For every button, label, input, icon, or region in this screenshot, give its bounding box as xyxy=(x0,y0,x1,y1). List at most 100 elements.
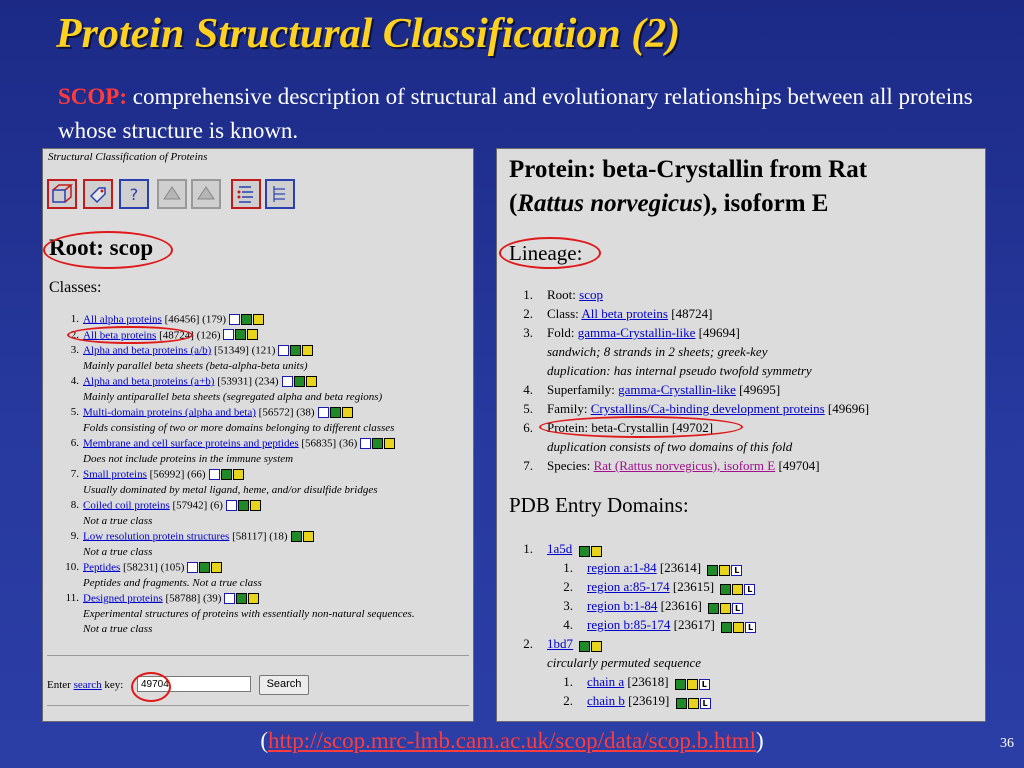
class-meta: [58231] (105) xyxy=(123,561,185,574)
region-link[interactable]: region a:1-84 xyxy=(587,560,657,575)
view-icons[interactable]: L xyxy=(675,693,711,712)
view-icons[interactable] xyxy=(187,560,223,576)
pdb-entry: 2. 1bd7 xyxy=(511,634,981,653)
fold-description: duplication: has internal pseudo twofold… xyxy=(547,363,812,378)
view-icons[interactable]: L xyxy=(707,560,743,579)
lineage-link[interactable]: All beta proteins xyxy=(581,306,668,321)
class-description: Not a true class xyxy=(83,545,153,558)
class-link[interactable]: Alpha and beta proteins (a/b) xyxy=(83,344,211,356)
view-icons[interactable]: L xyxy=(674,674,710,693)
species-link[interactable]: Rat (Rattus norvegicus), isoform E xyxy=(594,458,776,473)
class-row: 9. Low resolution protein structures [581… xyxy=(51,529,471,545)
scop-header-title: Structural Classification of Proteins xyxy=(48,151,208,163)
classes-heading: Classes: xyxy=(49,279,102,296)
class-row: 10. Peptides [58231] (105) xyxy=(51,560,471,576)
l-badge-icon: L xyxy=(731,565,743,577)
region-link[interactable]: region b:85-174 xyxy=(587,617,670,632)
lineage-row: 1. Root: scop xyxy=(523,287,603,302)
search-link[interactable]: search xyxy=(74,679,102,691)
lineage-row: 4. Superfamily: gamma-Crystallin-like [49… xyxy=(523,382,781,397)
chain-link[interactable]: chain a xyxy=(587,674,624,689)
source-url-link[interactable]: http://scop.mrc-lmb.cam.ac.uk/scop/data/… xyxy=(268,728,756,753)
view-icons[interactable]: L xyxy=(720,579,756,598)
class-link[interactable]: Small proteins xyxy=(83,468,147,480)
footer-source: (http://scop.mrc-lmb.cam.ac.uk/scop/data… xyxy=(260,728,764,753)
view-icons[interactable] xyxy=(278,343,314,359)
view-icons[interactable]: L xyxy=(721,617,757,636)
view-icons[interactable] xyxy=(224,591,260,607)
view-icons[interactable]: L xyxy=(708,598,744,617)
page-number: 36 xyxy=(1000,736,1014,751)
class-link[interactable]: Low resolution protein structures xyxy=(83,530,229,542)
protein-detail-screenshot: Protein: beta-Crystallin from Rat (Rattu… xyxy=(496,148,986,722)
pdb-note: circularly permuted sequence xyxy=(547,655,702,670)
view-icons[interactable] xyxy=(290,529,315,545)
class-description: Experimental structures of proteins with… xyxy=(83,607,415,620)
class-row: 2. All beta proteins [48724] (126) xyxy=(51,328,471,344)
class-link[interactable]: All beta proteins xyxy=(83,329,156,341)
class-row: 8. Coiled coil proteins [57942] (6) xyxy=(51,498,471,514)
pdb-region: 3. region b:1-84 [23616] L xyxy=(511,596,981,615)
view-icons[interactable] xyxy=(208,467,245,483)
up-arrow-icon[interactable] xyxy=(191,179,221,209)
lineage-link[interactable]: Crystallins/Ca-binding development prote… xyxy=(591,401,825,416)
lineage-link[interactable]: gamma-Crystallin-like xyxy=(578,325,696,340)
view-icons[interactable] xyxy=(579,636,603,655)
class-link[interactable]: Membrane and cell surface proteins and p… xyxy=(83,437,299,449)
lineage-row: 5. Family: Crystallins/Ca-binding develop… xyxy=(523,401,870,416)
class-link[interactable]: Designed proteins xyxy=(83,592,163,604)
class-number: 1. xyxy=(70,313,79,326)
class-number: 6. xyxy=(70,437,79,450)
view-icons[interactable] xyxy=(578,541,603,560)
class-meta: [53931] (234) xyxy=(217,375,279,388)
class-meta: [56835] (36) xyxy=(301,437,358,450)
region-link[interactable]: region a:85-174 xyxy=(587,579,670,594)
l-badge-icon: L xyxy=(745,622,757,634)
list-icon[interactable] xyxy=(231,179,261,209)
tree-icon[interactable] xyxy=(265,179,295,209)
scop-keyword: SCOP: xyxy=(58,84,127,109)
pdb-heading: PDB Entry Domains: xyxy=(509,493,689,517)
pdb-region: 1. chain a [23618] L xyxy=(511,672,981,691)
search-input[interactable] xyxy=(137,676,251,692)
pdb-entry-link[interactable]: 1a5d xyxy=(547,541,572,556)
view-icons[interactable] xyxy=(360,436,396,452)
class-row: 4. Alpha and beta proteins (a+b) [53931] … xyxy=(51,374,471,390)
l-badge-icon: L xyxy=(698,679,710,691)
class-description: Not a true class xyxy=(83,623,153,635)
up-arrow-icon[interactable] xyxy=(157,179,187,209)
lineage-link[interactable]: gamma-Crystallin-like xyxy=(618,382,736,397)
lineage-row: 2. Class: All beta proteins [48724] xyxy=(523,306,713,321)
pdb-region: 1. region a:1-84 [23614] L xyxy=(511,558,981,577)
class-row: 5. Multi-domain proteins (alpha and beta)… xyxy=(51,405,471,421)
class-meta: [46456] (179) xyxy=(164,313,226,326)
slide-subtitle: SCOP: comprehensive description of struc… xyxy=(58,80,978,148)
pdb-region: 4. region b:85-174 [23617] L xyxy=(511,615,981,634)
view-icons[interactable] xyxy=(281,374,318,390)
view-icons[interactable] xyxy=(228,312,265,328)
class-meta: [56572] (38) xyxy=(258,406,315,419)
view-icons[interactable] xyxy=(223,328,259,344)
class-link[interactable]: Multi-domain proteins (alpha and beta) xyxy=(83,406,256,418)
chain-link[interactable]: chain b xyxy=(587,693,625,708)
class-number: 4. xyxy=(70,375,79,388)
protein-title-rest: ), isoform E xyxy=(702,190,829,217)
region-link[interactable]: region b:1-84 xyxy=(587,598,657,613)
pdb-entry-link[interactable]: 1bd7 xyxy=(547,636,573,651)
class-row: 11. Designed proteins [58788] (39) xyxy=(51,591,471,607)
tag-icon[interactable] xyxy=(83,179,113,209)
view-icons[interactable] xyxy=(317,405,354,421)
class-number: 7. xyxy=(70,468,79,481)
lineage-link[interactable]: scop xyxy=(579,287,603,302)
help-icon[interactable]: ? xyxy=(119,179,149,209)
slide-title: Protein Structural Classification (2) xyxy=(56,11,681,57)
cube-icon[interactable] xyxy=(47,179,77,209)
class-link[interactable]: All alpha proteins xyxy=(83,313,162,325)
search-button[interactable]: Search xyxy=(259,675,309,695)
view-icons[interactable] xyxy=(225,498,262,514)
class-link[interactable]: Peptides xyxy=(83,561,120,573)
class-number: 9. xyxy=(70,530,79,543)
class-link[interactable]: Alpha and beta proteins (a+b) xyxy=(83,375,214,387)
class-link[interactable]: Coiled coil proteins xyxy=(83,499,170,511)
class-description: Usually dominated by metal ligand, heme,… xyxy=(83,483,378,496)
